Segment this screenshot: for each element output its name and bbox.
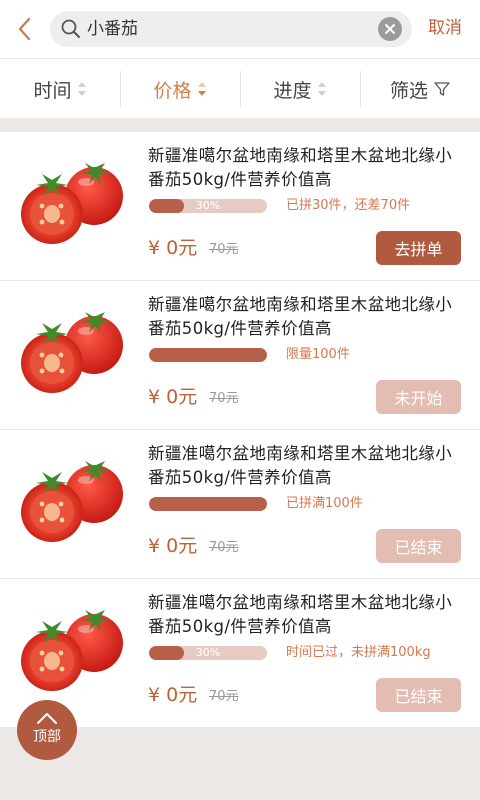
tab-filter[interactable]: 筛选 [360,59,480,119]
group-buy-action-button[interactable]: 去拼单 [376,231,461,265]
original-price: 70元 [209,540,239,555]
tab-filter-label: 筛选 [389,79,428,102]
original-price: 70元 [209,391,239,406]
group-buy-status: 已拼30件，还差70件 [286,198,411,213]
tomato-image [21,461,123,542]
original-price: 70元 [209,242,239,257]
chevron-up-icon [37,713,57,724]
sort-arrows-icon [197,80,207,98]
product-title: 新疆准噶尔盆地南缘和塔里木盆地北缘小番茄50kg/件营养价值高 [148,295,453,338]
cancel-button[interactable]: 取消 [428,16,462,40]
back-button[interactable] [12,14,38,44]
group-buy-status: 限量100件 [286,347,350,362]
group-buy-status: 已拼满100件 [286,496,363,511]
progress-bar: 30% [149,199,267,213]
progress-label: 30% [195,646,221,659]
filter-bar: 时间 价格 进度 筛选 [0,58,480,118]
search-icon [61,19,80,38]
progress-bar [149,497,267,511]
tomato-image [21,610,123,691]
progress-bar [149,348,267,362]
product-card[interactable]: 新疆准噶尔盆地南缘和塔里木盆地北缘小番茄50kg/件营养价值高 30% 已拼30… [0,132,480,280]
product-card[interactable]: 新疆准噶尔盆地南缘和塔里木盆地北缘小番茄50kg/件营养价值高 限量100件 ¥… [0,281,480,429]
back-to-top-button[interactable]: 顶部 [17,700,77,760]
price: ¥ 0元 [148,237,198,259]
progress-bar: 30% [149,646,267,660]
sort-arrows-icon [77,80,87,98]
chevron-left-icon [18,17,31,41]
product-card[interactable]: 新疆准噶尔盆地南缘和塔里木盆地北缘小番茄50kg/件营养价值高 已拼满100件 … [0,430,480,578]
tab-progress[interactable]: 进度 [240,59,360,119]
search-input[interactable]: 小番茄 [50,11,412,47]
section-gap [0,118,480,132]
product-card[interactable]: 新疆准噶尔盆地南缘和塔里木盆地北缘小番茄50kg/件营养价值高 30% 时间已过… [0,579,480,727]
original-price: 70元 [209,689,239,704]
tab-price-label: 价格 [153,79,192,102]
clear-search-button[interactable] [378,17,402,41]
price: ¥ 0元 [148,535,198,557]
sort-arrows-icon [317,80,327,98]
progress-fill [149,348,267,362]
tomato-image [21,312,123,393]
back-to-top-label: 顶部 [33,729,61,745]
product-title: 新疆准噶尔盆地南缘和塔里木盆地北缘小番茄50kg/件营养价值高 [148,146,453,189]
price: ¥ 0元 [148,386,198,408]
funnel-icon [434,82,450,96]
search-query[interactable]: 小番茄 [87,18,138,40]
product-title: 新疆准噶尔盆地南缘和塔里木盆地北缘小番茄50kg/件营养价值高 [148,444,453,487]
tab-progress-label: 进度 [273,79,312,102]
group-buy-action-button[interactable]: 已结束 [376,678,461,712]
tab-time-label: 时间 [33,79,72,102]
group-buy-action-button[interactable]: 未开始 [376,380,461,414]
group-buy-action-button[interactable]: 已结束 [376,529,461,563]
progress-fill [149,497,267,511]
progress-label: 30% [195,199,221,212]
search-header: 小番茄 取消 [0,0,480,58]
product-title: 新疆准噶尔盆地南缘和塔里木盆地北缘小番茄50kg/件营养价值高 [148,593,453,636]
close-icon [385,24,395,34]
price: ¥ 0元 [148,684,198,706]
tomato-image [21,163,123,244]
tab-time[interactable]: 时间 [0,59,120,119]
tab-price[interactable]: 价格 [120,59,240,119]
group-buy-status: 时间已过，未拼满100kg [286,645,431,660]
